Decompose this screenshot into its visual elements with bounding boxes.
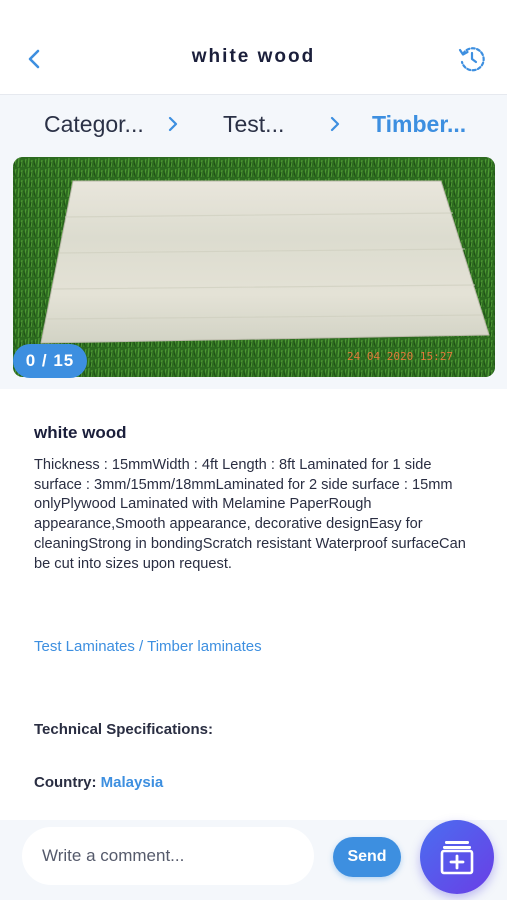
breadcrumb-item-test[interactable]: Test... [223,111,284,138]
comment-input[interactable] [22,827,314,885]
breadcrumb-item-timber[interactable]: Timber... [372,111,466,138]
chevron-right-icon [330,116,340,132]
chevron-right-icon [168,116,178,132]
country-label: Country: [34,774,97,791]
add-to-collection-icon [440,841,474,875]
app-header: white wood [0,0,507,95]
history-button[interactable] [457,44,487,74]
product-description: Thickness : 15mmWidth : 4ft Length : 8ft… [34,457,466,572]
category-link[interactable]: Test Laminates / Timber laminates [34,638,262,655]
page-title: white wood [191,46,316,67]
product-name: white wood [34,423,127,442]
image-counter-badge: 0 / 15 [13,344,87,378]
send-button[interactable]: Send [333,837,401,877]
breadcrumb-item-categories[interactable]: Categor... [44,111,144,138]
wood-board-photo: 24 04 2020 15:27 [13,157,495,377]
country-row: Country: Malaysia [34,774,163,791]
country-value[interactable]: Malaysia [101,774,164,791]
add-to-collection-button[interactable] [420,820,494,894]
technical-specifications-heading: Technical Specifications: [34,721,213,738]
history-icon [458,47,485,72]
photo-timestamp: 24 04 2020 15:27 [347,350,453,363]
product-image[interactable]: 24 04 2020 15:27 [13,157,495,377]
breadcrumb: Categor... Test... Timber... [0,95,507,155]
